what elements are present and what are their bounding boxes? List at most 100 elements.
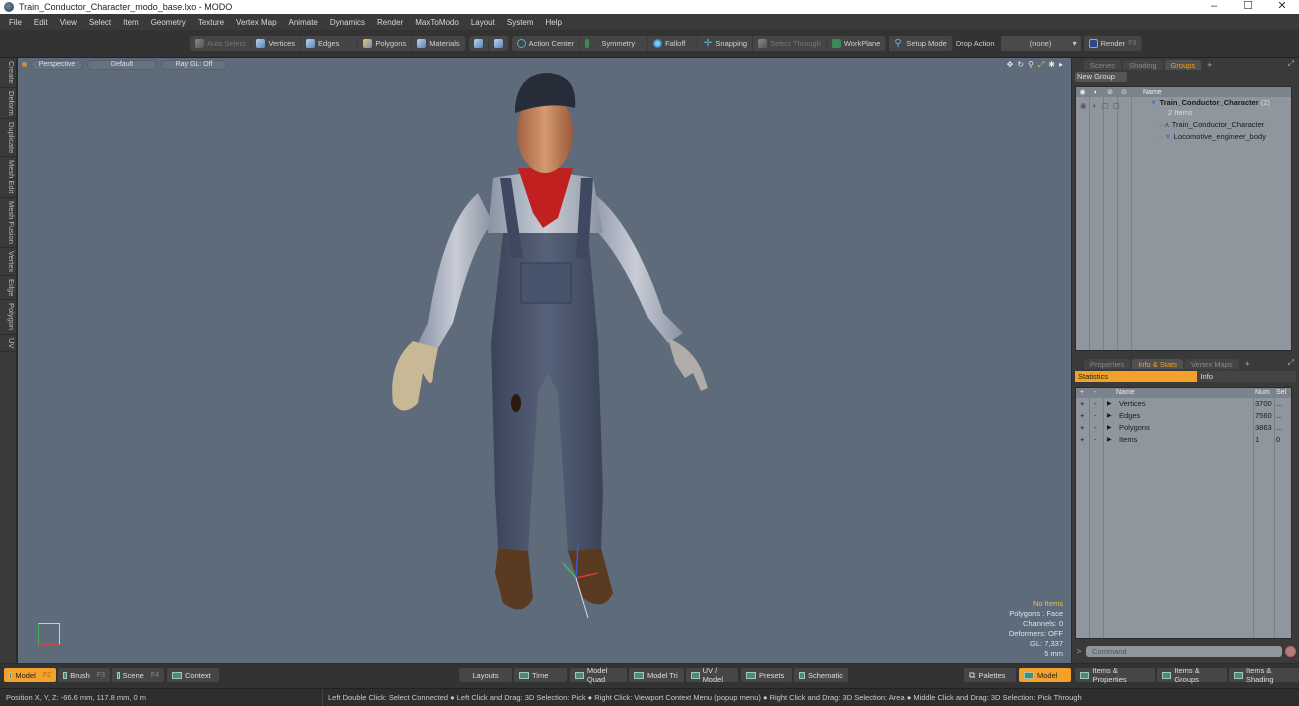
item-mode-button[interactable] — [468, 36, 489, 51]
group-child-row[interactable]: – ⋏ Train_Conductor_Character — [1158, 120, 1264, 129]
menu-maxtomodo[interactable]: MaxToModo — [409, 18, 465, 27]
menu-system[interactable]: System — [501, 18, 540, 27]
tab-edge[interactable]: Edge — [0, 276, 16, 301]
edges-mode-button[interactable]: Edges — [301, 36, 359, 51]
collapse-minus-icon[interactable]: - — [1094, 435, 1097, 444]
snapping-button[interactable]: ✛ Snapping — [698, 36, 754, 51]
vertices-mode-button[interactable]: Vertices — [251, 36, 302, 51]
group-root-row[interactable]: ▼ Train_Conductor_Character (2) — [1150, 98, 1270, 107]
symmetry-button[interactable]: Symmetry — [580, 36, 649, 51]
menu-vertex-map[interactable]: Vertex Map — [230, 18, 282, 27]
select-through-button[interactable]: Select Through — [753, 36, 827, 51]
layout-scene-button[interactable]: Scene F4 — [112, 668, 164, 682]
move-view-icon[interactable]: ✥ — [1007, 60, 1014, 70]
name-column-header[interactable]: Name — [1131, 89, 1162, 96]
group-child-row[interactable]: – ▼ Locomotive_engineer_body — [1158, 132, 1266, 141]
new-group-button[interactable]: New Group — [1075, 72, 1127, 82]
collapse-minus-icon[interactable]: - — [1094, 411, 1097, 420]
shading-style-button[interactable]: Default — [87, 59, 157, 70]
tab-groups[interactable]: Groups — [1164, 60, 1202, 70]
schematic-button[interactable]: Schematic — [794, 668, 848, 682]
collapse-minus-icon[interactable]: - — [1094, 399, 1097, 408]
uv-model-button[interactable]: UV / Model — [686, 666, 738, 684]
expand-plus-icon[interactable]: + — [1080, 435, 1084, 444]
tab-duplicate[interactable]: Duplicate — [0, 119, 16, 158]
render-button[interactable]: Render F9 — [1083, 36, 1143, 51]
3d-viewport[interactable]: Perspective Default Ray GL: Off ✥ ↻ ⚲ ⤢ … — [18, 58, 1071, 663]
num-column-header[interactable]: Num — [1255, 389, 1270, 396]
menu-texture[interactable]: Texture — [192, 18, 230, 27]
stats-row-vertices[interactable]: + - ▶ Vertices 3700 ... — [1076, 398, 1291, 410]
menu-item[interactable]: Item — [117, 18, 145, 27]
items-shading-button[interactable]: Items & Shading — [1229, 666, 1299, 684]
menu-edit[interactable]: Edit — [28, 18, 54, 27]
polygons-mode-button[interactable]: Polygons — [358, 36, 413, 51]
tab-deform[interactable]: Deform — [0, 88, 16, 120]
expand-plus-icon[interactable]: + — [1080, 399, 1084, 408]
fit-view-icon[interactable]: ⤢ — [1038, 60, 1044, 70]
menu-geometry[interactable]: Geometry — [145, 18, 192, 27]
more-icon[interactable]: ▸ — [1059, 60, 1063, 70]
palettes-button[interactable]: ⧉ Palettes — [964, 668, 1016, 682]
menu-help[interactable]: Help — [540, 18, 568, 27]
expand-arrow-icon[interactable]: ▶ — [1107, 436, 1112, 443]
tab-vertex[interactable]: Vertex — [0, 248, 16, 276]
time-layout-button[interactable]: Time — [514, 668, 567, 682]
expand-panel-icon[interactable]: ⤢ — [1288, 358, 1294, 368]
tab-polygon[interactable]: Polygon — [0, 300, 16, 335]
layout-model-right-button[interactable]: Model — [1019, 668, 1071, 682]
model-quad-button[interactable]: Model Quad — [570, 666, 627, 684]
command-input[interactable]: Command — [1086, 645, 1282, 657]
collapse-minus-icon[interactable]: - — [1094, 423, 1097, 432]
tab-vertex-maps[interactable]: Vertex Maps — [1184, 359, 1239, 369]
expand-plus-icon[interactable]: + — [1080, 411, 1084, 420]
rotate-view-icon[interactable]: ↻ — [1017, 60, 1024, 70]
drop-action-dropdown[interactable]: (none) — [1000, 36, 1081, 51]
action-center-button[interactable]: Action Center — [511, 36, 581, 51]
expand-arrow-icon[interactable]: ▶ — [1107, 400, 1112, 407]
expand-plus-icon[interactable]: + — [1080, 423, 1084, 432]
items-properties-button[interactable]: Items & Properties — [1075, 666, 1155, 684]
expand-arrow-icon[interactable]: ▶ — [1107, 412, 1112, 419]
layouts-button[interactable]: Layouts — [459, 668, 512, 682]
select-column-icon[interactable]: ⊙ — [1117, 88, 1131, 96]
menu-view[interactable]: View — [54, 18, 83, 27]
layout-model-button[interactable]: Model F2 — [4, 668, 56, 682]
raygl-toggle[interactable]: Ray GL: Off — [161, 59, 227, 70]
layout-context-button[interactable]: Context — [167, 668, 219, 682]
lock-column-icon[interactable]: ⊘ — [1103, 88, 1117, 96]
tab-shading[interactable]: Shading — [1123, 60, 1163, 70]
sel-column-header[interactable]: Sel — [1276, 389, 1286, 396]
zoom-view-icon[interactable]: ⚲ — [1028, 60, 1034, 70]
tab-uv[interactable]: UV — [0, 335, 16, 353]
items-groups-button[interactable]: Items & Groups — [1157, 666, 1227, 684]
expand-panel-icon[interactable]: ⤢ — [1288, 59, 1294, 69]
workplane-button[interactable]: WorkPlane — [826, 36, 887, 51]
materials-mode-button[interactable]: Materials — [412, 36, 466, 51]
pivot-mode-button[interactable] — [488, 36, 509, 51]
menu-file[interactable]: File — [3, 18, 28, 27]
setup-mode-button[interactable]: ⚲ Setup Mode — [889, 36, 953, 51]
settings-icon[interactable]: ✱ — [1048, 60, 1055, 70]
visibility-column-icon[interactable]: ◉ — [1076, 88, 1089, 96]
tab-create[interactable]: Create — [0, 58, 16, 88]
auto-select-button[interactable]: Auto Select — [190, 36, 252, 51]
menu-animate[interactable]: Animate — [283, 18, 324, 27]
character-model[interactable] — [363, 73, 728, 633]
render-column-icon[interactable]: ◐ — [1089, 89, 1103, 96]
group-visibility-toggle[interactable]: ◉ ◐ ▢ ▢ — [1080, 101, 1120, 110]
stats-row-edges[interactable]: + - ▶ Edges 7560 ... — [1076, 410, 1291, 422]
minimize-button[interactable]: – — [1197, 0, 1231, 14]
model-tri-button[interactable]: Model Tri — [629, 668, 684, 682]
stats-row-items[interactable]: + - ▶ Items 1 0 — [1076, 434, 1291, 446]
falloff-button[interactable]: Falloff — [648, 36, 699, 51]
presets-button[interactable]: Presets — [741, 668, 792, 682]
viewport-options-dot[interactable] — [22, 62, 27, 67]
view-type-button[interactable]: Perspective — [31, 59, 83, 70]
command-stop-icon[interactable] — [1285, 645, 1296, 657]
tab-scenes[interactable]: Scenes — [1084, 60, 1122, 70]
subtab-info[interactable]: Info — [1197, 371, 1296, 382]
close-button[interactable]: ✕ — [1265, 0, 1299, 14]
add-tab-icon[interactable]: + — [1203, 60, 1216, 70]
tab-mesh-edit[interactable]: Mesh Edit — [0, 157, 16, 198]
